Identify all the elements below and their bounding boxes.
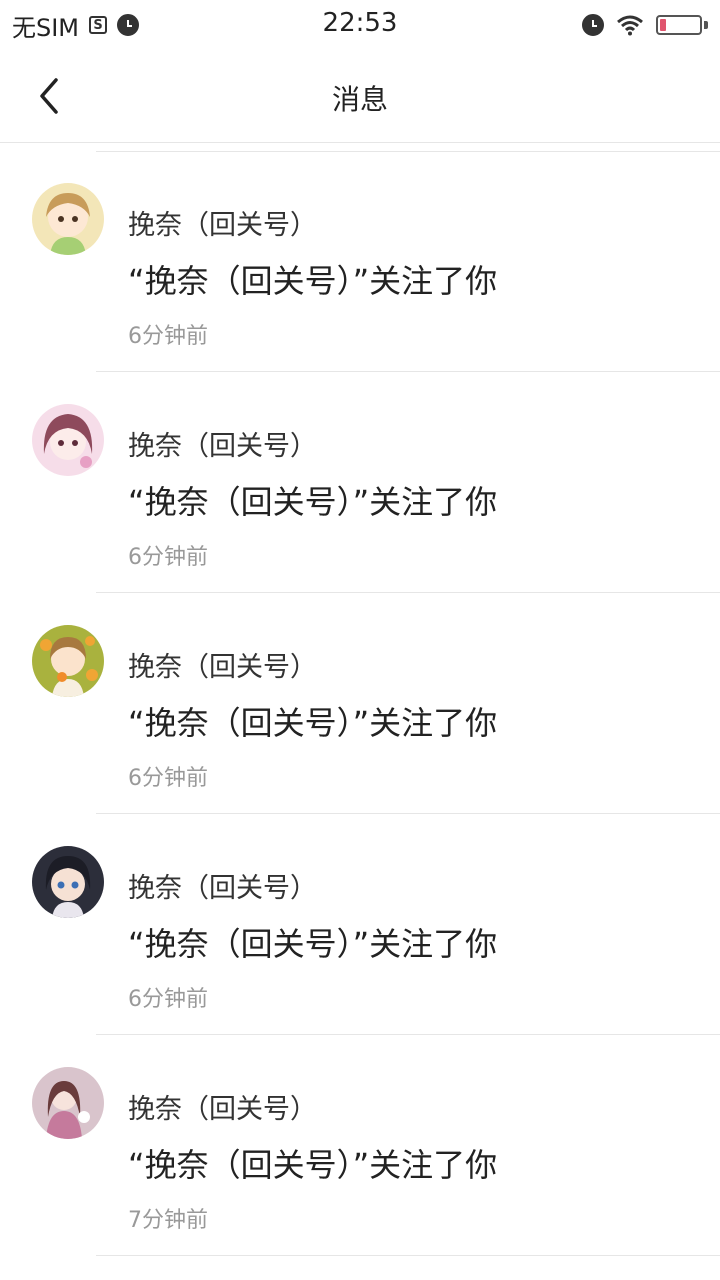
avatar[interactable] [32, 404, 104, 476]
sender-name: 挽奈（回关号） [128, 1094, 317, 1125]
status-bar: 无SIM S 22:53 [0, 0, 720, 50]
message-time: 6分钟前 [128, 545, 208, 570]
status-bar-right [582, 12, 708, 38]
avatar[interactable] [32, 183, 104, 255]
message-time: 6分钟前 [128, 324, 208, 349]
alarm-icon [582, 14, 604, 36]
list-item[interactable]: 挽奈（回关号） “挽奈（回关号）”关注了你 7分钟前 [0, 1035, 720, 1256]
nav-bar: 消息 [0, 50, 720, 143]
message-text: “挽奈（回关号）”关注了你 [128, 1146, 498, 1184]
battery-level [660, 19, 666, 31]
list-item[interactable]: 挽奈（回关号） “挽奈（回关号）”关注了你 6分钟前 [0, 814, 720, 1035]
avatar[interactable] [32, 1067, 104, 1139]
divider [96, 1255, 720, 1256]
avatar[interactable] [32, 846, 104, 918]
message-text: “挽奈（回关号）”关注了你 [128, 704, 498, 742]
sender-name: 挽奈（回关号） [128, 652, 317, 683]
sender-name: 挽奈（回关号） [128, 873, 317, 904]
sender-name: 挽奈（回关号） [128, 431, 317, 462]
message-text: “挽奈（回关号）”关注了你 [128, 925, 498, 963]
wifi-icon [617, 15, 643, 36]
message-time: 6分钟前 [128, 987, 208, 1012]
sender-name: 挽奈（回关号） [128, 210, 317, 241]
list-item[interactable]: 挽奈（回关号） “挽奈（回关号）”关注了你 6分钟前 [0, 151, 720, 372]
message-time: 6分钟前 [128, 766, 208, 791]
message-text: “挽奈（回关号）”关注了你 [128, 262, 498, 300]
avatar[interactable] [32, 625, 104, 697]
list-item[interactable]: 挽奈（回关号） “挽奈（回关号）”关注了你 6分钟前 [0, 372, 720, 593]
message-time: 7分钟前 [128, 1208, 208, 1233]
message-text: “挽奈（回关号）”关注了你 [128, 483, 498, 521]
battery-tip [704, 21, 708, 29]
list-item[interactable]: 挽奈（回关号） “挽奈（回关号）”关注了你 6分钟前 [0, 593, 720, 814]
battery-icon [656, 15, 702, 35]
page-title: 消息 [331, 83, 388, 116]
message-list: 挽奈（回关号） “挽奈（回关号）”关注了你 6分钟前 挽奈（回关号） “挽奈（回… [0, 151, 720, 1256]
